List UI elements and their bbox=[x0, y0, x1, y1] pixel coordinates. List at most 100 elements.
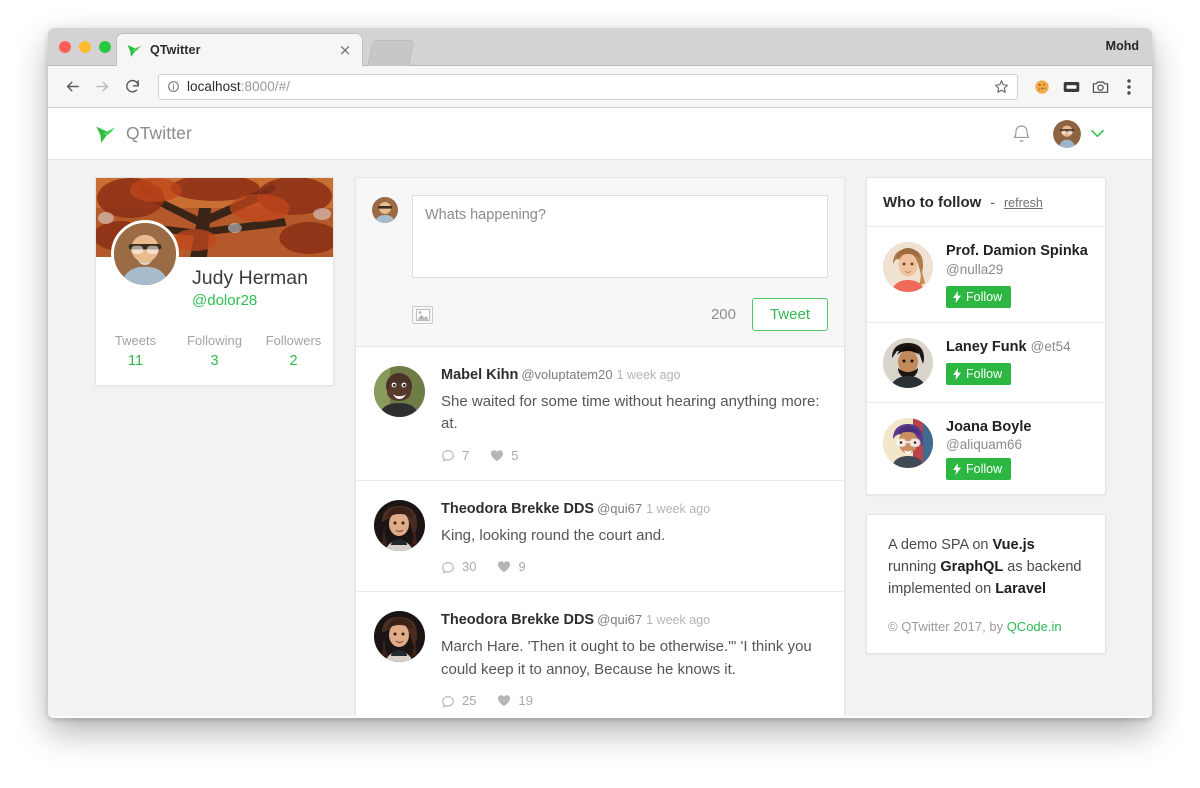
who-to-follow-card: Who to follow - refresh Prof. Damion Spi… bbox=[866, 177, 1106, 496]
suggested-user-name-text: Laney Funk bbox=[946, 339, 1027, 356]
camera-icon[interactable] bbox=[1087, 74, 1113, 100]
about-text-b: running bbox=[888, 559, 941, 576]
browser-tab[interactable]: QTwitter × bbox=[116, 33, 363, 66]
close-window-button[interactable] bbox=[59, 41, 71, 53]
avatar[interactable] bbox=[883, 418, 933, 469]
keyboard-icon[interactable] bbox=[1058, 74, 1084, 100]
tweet-actions: 25 19 bbox=[441, 693, 826, 708]
about-tech-graphql: GraphQL bbox=[940, 559, 1004, 576]
avatar[interactable] bbox=[374, 366, 425, 417]
left-column: Judy Herman @dolor28 Tweets 11 Following… bbox=[95, 177, 334, 387]
stat-following[interactable]: Following 3 bbox=[175, 333, 254, 369]
close-tab-button[interactable]: × bbox=[337, 42, 353, 58]
like-action[interactable]: 5 bbox=[490, 448, 518, 463]
suggested-user-handle[interactable]: @aliquam66 bbox=[946, 437, 1089, 452]
tweet-timestamp: 1 week ago bbox=[616, 368, 681, 382]
follow-button-label: Follow bbox=[966, 290, 1003, 305]
suggested-user-name[interactable]: Laney Funk @et54 bbox=[946, 338, 1089, 357]
suggested-user-name[interactable]: Prof. Damion Spinka @nulla29 bbox=[946, 242, 1089, 280]
page-columns: Judy Herman @dolor28 Tweets 11 Following… bbox=[48, 160, 1152, 716]
stat-value: 3 bbox=[210, 353, 219, 370]
tweet-content: Theodora Brekke DDS @qui67 1 week ago King… bbox=[441, 500, 826, 574]
suggested-user-row: Joana Boyle @aliquam66 Follow bbox=[867, 403, 1105, 494]
new-tab-button[interactable] bbox=[367, 40, 415, 66]
follow-button[interactable]: Follow bbox=[946, 363, 1012, 386]
follow-button-label: Follow bbox=[966, 367, 1003, 382]
tweet-author-name[interactable]: Theodora Brekke DDS bbox=[441, 501, 594, 517]
comment-bubble-icon bbox=[442, 695, 454, 708]
lightning-bolt-icon bbox=[953, 368, 961, 381]
comment-bubble-icon bbox=[442, 561, 454, 574]
profile-handle: @dolor28 bbox=[192, 292, 258, 310]
tweet-submit-button[interactable]: Tweet bbox=[751, 298, 828, 331]
tweet-input[interactable] bbox=[412, 195, 828, 278]
notifications-bell-icon[interactable] bbox=[1012, 123, 1031, 144]
like-action[interactable]: 9 bbox=[497, 559, 526, 574]
stat-label: Followers bbox=[265, 333, 322, 349]
window-traffic-lights bbox=[59, 41, 111, 53]
suggested-user-info: Joana Boyle @aliquam66 Follow bbox=[946, 418, 1089, 481]
comment-action[interactable]: 7 bbox=[441, 448, 469, 463]
follow-button-label: Follow bbox=[966, 462, 1003, 477]
tweet-header: Theodora Brekke DDS @qui67 1 week ago bbox=[441, 611, 826, 629]
about-card: A demo SPA on Vue.js running GraphQL as … bbox=[866, 514, 1106, 655]
profile-avatar[interactable] bbox=[111, 220, 179, 288]
tweet-item: Theodora Brekke DDS @qui67 1 week ago King… bbox=[356, 481, 844, 593]
stat-followers[interactable]: Followers 2 bbox=[254, 333, 333, 369]
compose-actions: 200 Tweet bbox=[412, 298, 828, 331]
like-count: 5 bbox=[511, 447, 519, 463]
main-column: 200 Tweet bbox=[355, 177, 845, 716]
tweet-author-handle[interactable]: @voluptatem20 bbox=[521, 367, 612, 382]
refresh-suggestions-link[interactable]: refresh bbox=[1004, 196, 1043, 210]
app-logo-link[interactable]: QTwitter bbox=[95, 123, 192, 145]
tweet-item: Mabel Kihn @voluptatem20 1 week ago She wa… bbox=[356, 347, 844, 481]
about-tech-laravel: Laravel bbox=[995, 581, 1046, 598]
image-upload-icon[interactable] bbox=[412, 305, 433, 324]
tweet-author-handle[interactable]: @qui67 bbox=[597, 612, 642, 627]
overflow-menu-icon[interactable] bbox=[1116, 74, 1142, 100]
tweet-timestamp: 1 week ago bbox=[646, 501, 711, 516]
chevron-down-icon[interactable] bbox=[1091, 129, 1104, 138]
reload-icon[interactable] bbox=[118, 73, 146, 101]
address-bar[interactable]: localhost:8000/#/ bbox=[158, 73, 1018, 100]
tweet-author-name[interactable]: Mabel Kihn bbox=[441, 367, 518, 383]
suggested-user-info: Prof. Damion Spinka @nulla29 Follow bbox=[946, 242, 1089, 309]
cookie-icon[interactable] bbox=[1029, 74, 1055, 100]
forward-arrow-icon[interactable] bbox=[88, 73, 116, 101]
tweet-author-handle[interactable]: @qui67 bbox=[597, 501, 642, 516]
minimize-window-button[interactable] bbox=[79, 41, 91, 53]
like-action[interactable]: 19 bbox=[497, 693, 533, 708]
stat-tweets[interactable]: Tweets 11 bbox=[96, 333, 175, 369]
qtwitter-bird-icon bbox=[96, 126, 116, 143]
suggested-user-name[interactable]: Joana Boyle bbox=[946, 418, 1089, 437]
right-column: Who to follow - refresh Prof. Damion Spi… bbox=[866, 177, 1106, 655]
follow-button[interactable]: Follow bbox=[946, 458, 1012, 481]
tab-title: QTwitter bbox=[150, 43, 201, 57]
tweet-author-name[interactable]: Theodora Brekke DDS bbox=[441, 612, 594, 628]
lightning-bolt-icon bbox=[953, 463, 961, 476]
follow-button[interactable]: Follow bbox=[946, 286, 1012, 309]
heart-icon bbox=[498, 561, 511, 573]
comment-action[interactable]: 30 bbox=[441, 559, 476, 574]
avatar[interactable] bbox=[883, 242, 933, 292]
avatar[interactable] bbox=[374, 499, 425, 551]
bookmark-star-icon[interactable] bbox=[994, 79, 1009, 94]
suggested-user-handle[interactable]: @et54 bbox=[1031, 339, 1071, 354]
timeline-card: 200 Tweet bbox=[355, 177, 845, 716]
profile-name: Judy Herman bbox=[192, 267, 308, 289]
avatar[interactable] bbox=[883, 338, 933, 389]
suggested-user-name-text: Prof. Damion Spinka bbox=[946, 243, 1088, 259]
copyright-text: © QTwitter 2017, by bbox=[888, 619, 1007, 635]
tweet-text: She waited for some time without hearing… bbox=[441, 392, 820, 433]
credit-link[interactable]: QCode.in bbox=[1007, 619, 1062, 634]
maximize-window-button[interactable] bbox=[99, 41, 111, 53]
suggested-user-handle[interactable]: @nulla29 bbox=[946, 262, 1003, 277]
browser-profile-name[interactable]: Mohd bbox=[1106, 39, 1139, 53]
comment-count: 7 bbox=[462, 447, 470, 463]
back-arrow-icon[interactable] bbox=[58, 73, 86, 101]
tweet-item: Theodora Brekke DDS @qui67 1 week ago Marc… bbox=[356, 592, 844, 716]
avatar[interactable] bbox=[374, 611, 425, 663]
comment-action[interactable]: 25 bbox=[441, 693, 476, 708]
tweet-content: Mabel Kihn @voluptatem20 1 week ago She wa… bbox=[441, 366, 826, 463]
avatar[interactable] bbox=[1053, 119, 1081, 148]
